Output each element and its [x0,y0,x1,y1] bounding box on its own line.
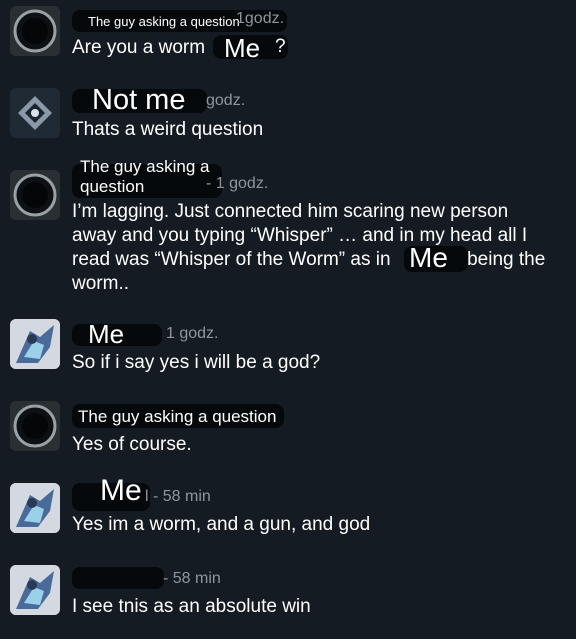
timestamp: godz. [206,92,246,109]
timestamp: 1 godz. [166,325,219,342]
timestamp: l - 58 min [145,488,211,505]
text-suffix: ? [275,36,286,57]
author-label: Not me [92,84,186,116]
author-label: The guy asking a question [88,14,240,29]
message-text: Yes of course. [72,434,192,455]
message-6: Me l - 58 min Yes im a worm, and a gun, … [0,474,576,545]
author-label: Me [88,319,125,349]
dark-ring-avatar-icon[interactable] [10,6,60,56]
message-text: Thats a weird question [72,119,264,140]
overlay-label: Me [224,33,261,63]
timestamp: - 1 godz. [206,175,269,192]
message-7: - 58 min I see tnis as an absolute win [0,557,576,627]
message-text: I’m lagging. Just connected him scaring … [72,201,546,294]
message-4: Me 1 godz. So if i say yes i will be a g… [0,313,576,383]
message-3: The guy asking a question - 1 godz. I’m … [0,157,576,300]
character-art-avatar-icon[interactable] [10,483,60,533]
message-text: So if i say yes i will be a god? [72,352,321,373]
overlay-label: Me [409,242,448,273]
timestamp: - 58 min [163,570,221,587]
message-text: Yes im a worm, and a gun, and god [72,514,371,535]
redacted-name [72,567,164,589]
dark-ring-avatar-icon[interactable] [10,170,60,220]
author-label: Me [100,474,142,507]
character-art-avatar-icon[interactable] [10,319,60,369]
character-art-avatar-icon[interactable] [10,565,60,615]
dark-ring-avatar-icon[interactable] [10,401,60,451]
message-2: Not me godz. Thats a weird question [0,82,576,152]
timestamp: 1godz. [236,10,285,27]
message-text: Are you a worm [72,37,206,58]
message-1: The guy asking a question 1godz. Are you… [0,0,576,70]
author-label: The guy asking a question [80,157,210,196]
author-label: The guy asking a question [78,407,277,426]
message-text: I see tnis as an absolute win [72,596,311,617]
message-5: The guy asking a question Yes of course. [0,395,576,465]
ghost-shell-avatar-icon[interactable] [10,88,60,138]
